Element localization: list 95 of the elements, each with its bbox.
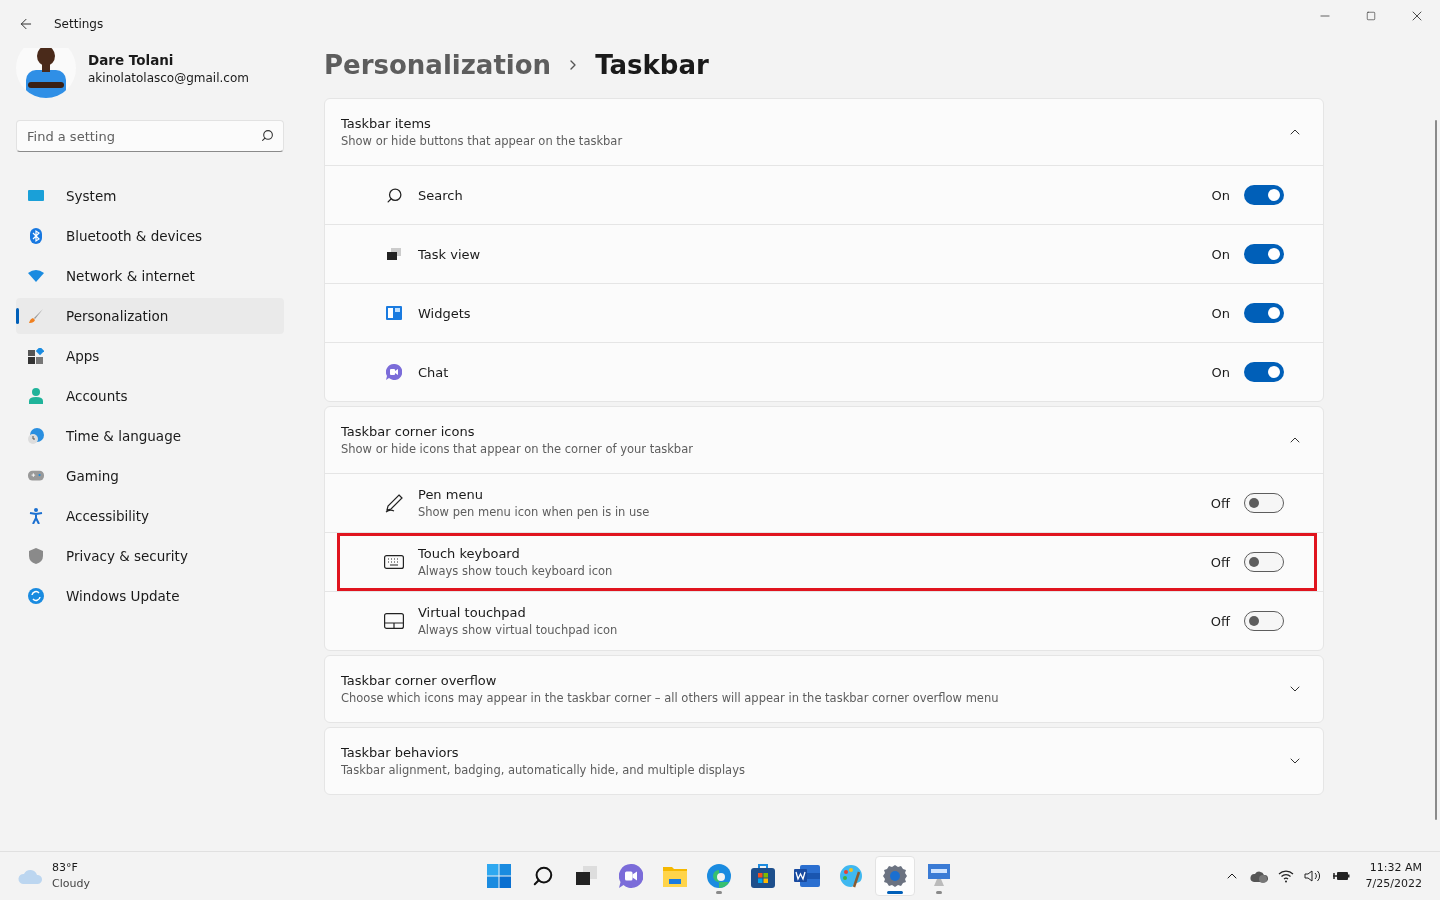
clock[interactable]: 11:32 AM 7/25/2022 <box>1365 860 1422 892</box>
toggle-state: On <box>1211 187 1230 203</box>
setting-description: Show pen menu icon when pen is in use <box>418 505 650 519</box>
nav-item[interactable]: Bluetooth & devices <box>16 218 284 254</box>
chat-icon <box>619 864 643 888</box>
update-icon <box>28 588 44 604</box>
temperature: 83°F <box>52 860 79 876</box>
nav-item[interactable]: System <box>16 178 284 214</box>
gamepad-icon <box>28 470 44 482</box>
keyboard-icon <box>384 555 404 569</box>
user-email: akinolatolasco@gmail.com <box>88 70 249 85</box>
toggle-state: Off <box>1210 495 1230 511</box>
section-title: Taskbar behaviors <box>341 745 460 760</box>
nav-item[interactable]: Accounts <box>16 378 284 414</box>
task-view-icon <box>387 248 401 260</box>
toggle-switch[interactable] <box>1244 611 1284 631</box>
section-description: Choose which icons may appear in the taskbar corner – all others will appear in the taskbar corner overflow menu <box>341 691 999 705</box>
store-icon <box>751 864 775 888</box>
widgets-icon <box>386 306 402 320</box>
running-indicator <box>887 891 903 894</box>
shield-icon <box>29 548 43 564</box>
search-icon <box>385 186 403 204</box>
toggle-state: On <box>1211 305 1230 321</box>
search-icon <box>532 865 554 887</box>
section-description: Taskbar alignment, badging, automatically hide, and multiple displays <box>341 763 745 777</box>
wifi-icon[interactable] <box>1277 869 1294 883</box>
toggle-switch[interactable] <box>1244 244 1284 264</box>
section-description: Show or hide icons that appear on the corner of your taskbar <box>341 442 693 456</box>
speaker-icon[interactable] <box>1303 869 1322 883</box>
toggle-state: Off <box>1210 554 1230 570</box>
running-indicator <box>716 891 722 894</box>
cloud-icon[interactable] <box>1249 869 1268 883</box>
touchpad-icon <box>384 613 404 629</box>
breadcrumb-link[interactable]: Personalization <box>324 48 552 84</box>
user-name: Dare Tolani <box>88 51 175 68</box>
section-title: Taskbar corner icons <box>341 424 476 439</box>
document-app-icon <box>794 865 820 887</box>
chat-icon <box>386 364 402 380</box>
toggle-state: On <box>1211 364 1230 380</box>
nav-item[interactable]: Accessibility <box>16 498 284 534</box>
nav-item[interactable]: Time & language <box>16 418 284 454</box>
setting-description: Always show touch keyboard icon <box>418 564 613 578</box>
nav-item[interactable]: Privacy & security <box>16 538 284 574</box>
wifi-icon <box>28 270 44 282</box>
section-header[interactable]: Taskbar behaviors Taskbar alignment, badging, automatically hide, and multiple displays <box>325 728 1323 794</box>
bluetooth-icon <box>30 228 42 244</box>
toggle-state: On <box>1211 246 1230 262</box>
taskbar-app[interactable] <box>875 856 915 896</box>
restore-icon <box>1366 11 1376 21</box>
nav-item[interactable]: Network & internet <box>16 258 284 294</box>
setting-label: Virtual touchpad <box>418 605 527 620</box>
task-view-icon <box>576 866 598 886</box>
section-header[interactable]: Taskbar corner icons Show or hide icons that appear on the corner of your taskbar <box>325 407 1323 473</box>
search-icon <box>261 129 274 142</box>
apps-icon <box>28 348 44 364</box>
palette-icon <box>839 864 863 888</box>
browser-icon <box>707 864 731 888</box>
toggle-switch[interactable] <box>1244 493 1284 513</box>
setting-label: Widgets <box>418 305 471 321</box>
battery-icon[interactable] <box>1331 870 1350 882</box>
window-title: Settings <box>54 17 104 31</box>
globe-clock-icon <box>28 428 44 444</box>
page-title: Taskbar <box>595 49 709 82</box>
nav-item[interactable]: Apps <box>16 338 284 374</box>
section-title: Taskbar corner overflow <box>341 673 498 688</box>
toggle-switch[interactable] <box>1244 303 1284 323</box>
setting-description: Always show virtual touchpad icon <box>418 623 618 637</box>
weather-condition: Cloudy <box>52 876 90 892</box>
person-icon <box>29 388 43 404</box>
toggle-switch[interactable] <box>1244 362 1284 382</box>
setting-label: Chat <box>418 364 449 380</box>
toggle-switch[interactable] <box>1244 185 1284 205</box>
section-description: Show or hide buttons that appear on the taskbar <box>341 134 623 148</box>
setting-label: Pen menu <box>418 487 484 502</box>
folder-icon <box>663 865 687 887</box>
monitor-icon <box>28 190 44 202</box>
nav-item[interactable]: Personalization <box>16 298 284 334</box>
nav-item[interactable]: Windows Update <box>16 578 284 614</box>
toggle-switch[interactable] <box>1244 552 1284 572</box>
gear-icon <box>883 864 907 888</box>
cloud-icon <box>18 868 44 884</box>
section-title: Taskbar items <box>341 116 432 131</box>
nav-item[interactable]: Gaming <box>16 458 284 494</box>
windows-logo-icon <box>487 864 511 888</box>
pen-icon <box>384 493 404 513</box>
setting-label: Touch keyboard <box>418 546 521 561</box>
section-header[interactable]: Taskbar items Show or hide buttons that appear on the taskbar <box>325 99 1323 165</box>
section-header[interactable]: Taskbar corner overflow Choose which icons may appear in the taskbar corner – all others will appear in the taskbar corner overflow menu <box>325 656 1323 722</box>
setting-label: Task view <box>418 246 481 262</box>
setting-label: Search <box>418 187 463 203</box>
accessibility-icon <box>29 508 43 524</box>
running-indicator <box>936 891 942 894</box>
toggle-state: Off <box>1210 613 1230 629</box>
remote-desktop-icon <box>926 864 952 888</box>
search-field[interactable]: Find a setting <box>16 120 284 152</box>
